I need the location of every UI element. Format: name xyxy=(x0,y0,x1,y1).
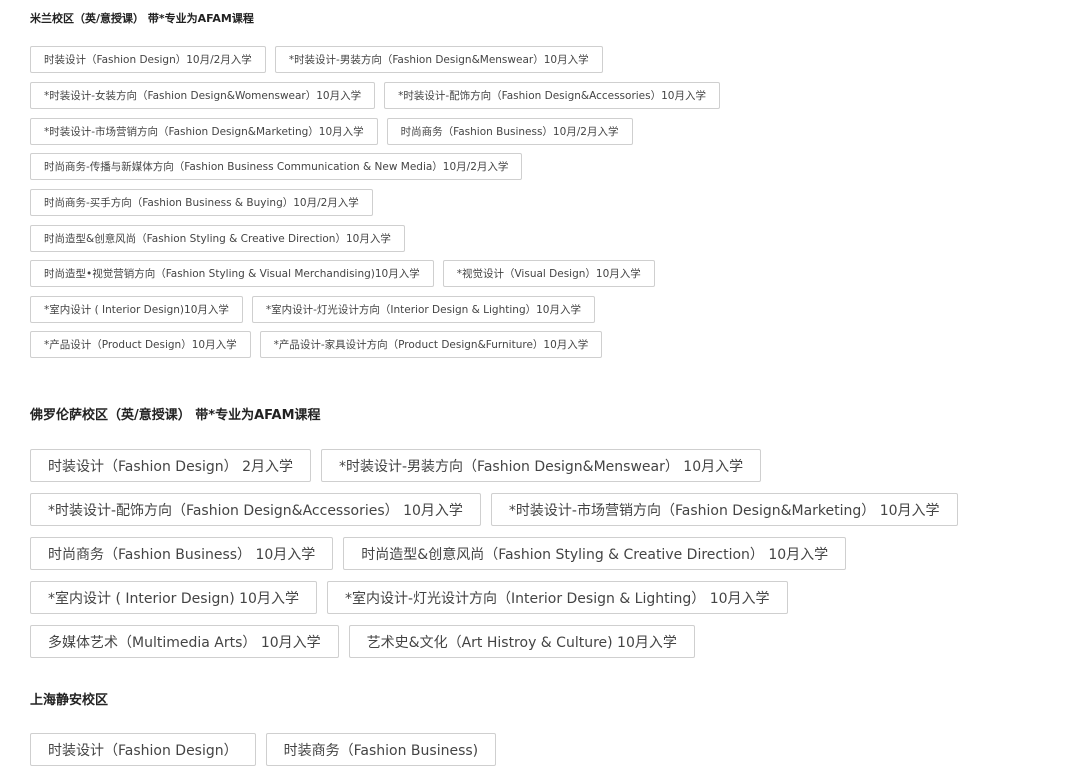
course-tag[interactable]: *时装设计-男装方向（Fashion Design&Menswear）10月入学 xyxy=(274,46,603,73)
course-tag[interactable]: *产品设计-家具设计方向（Product Design&Furniture）10… xyxy=(259,331,603,358)
tag-row: *时装设计-市场营销方向（Fashion Design&Marketing）10… xyxy=(30,118,642,145)
tag-row: 时尚商务（Fashion Business） 10月入学 时尚造型&创意风尚（F… xyxy=(30,537,856,570)
course-tag[interactable]: 多媒体艺术（Multimedia Arts） 10月入学 xyxy=(30,625,339,658)
course-tag[interactable]: *时装设计-女装方向（Fashion Design&Womenswear）10月… xyxy=(30,82,376,109)
course-tag[interactable]: 时尚商务（Fashion Business） 10月入学 xyxy=(30,537,334,570)
tag-row: 多媒体艺术（Multimedia Arts） 10月入学 艺术史&文化（Art … xyxy=(30,625,705,658)
course-tag[interactable]: 时装商务（Fashion Business) xyxy=(265,733,497,766)
course-tag[interactable]: *室内设计-灯光设计方向（Interior Design & Lighting）… xyxy=(251,296,595,323)
tag-row: 时装设计（Fashion Design） 时装商务（Fashion Busine… xyxy=(30,733,506,766)
tag-row: *室内设计 ( Interior Design)10月入学 *室内设计-灯光设计… xyxy=(30,296,604,323)
section-title-milan: 米兰校区（英/意授课） 带*专业为AFAM课程 xyxy=(30,12,254,25)
course-tag[interactable]: *时装设计-男装方向（Fashion Design&Menswear） 10月入… xyxy=(321,449,762,482)
course-tag[interactable]: 时尚商务（Fashion Business）10月/2月入学 xyxy=(386,118,633,145)
section-title-florence: 佛罗伦萨校区（英/意授课） 带*专业为AFAM课程 xyxy=(30,408,321,423)
course-tag[interactable]: 时装设计（Fashion Design） xyxy=(30,733,256,766)
tag-row: 时尚商务-传播与新媒体方向（Fashion Business Communica… xyxy=(30,153,531,180)
tag-row: *产品设计（Product Design）10月入学 *产品设计-家具设计方向（… xyxy=(30,331,611,358)
section-title-shanghai: 上海静安校区 xyxy=(30,693,109,708)
tag-row: 时尚商务-买手方向（Fashion Business & Buying）10月/… xyxy=(30,189,382,216)
course-tag[interactable]: *时装设计-市场营销方向（Fashion Design&Marketing）10… xyxy=(30,118,378,145)
course-tag[interactable]: *产品设计（Product Design）10月入学 xyxy=(30,331,251,358)
tag-row: *时装设计-配饰方向（Fashion Design&Accessories） 1… xyxy=(30,493,968,526)
course-tag[interactable]: 时装设计（Fashion Design）10月/2月入学 xyxy=(30,46,266,73)
course-tag[interactable]: 时尚造型•视觉营销方向（Fashion Styling & Visual Mer… xyxy=(30,260,434,287)
tag-row: 时装设计（Fashion Design） 2月入学 *时装设计-男装方向（Fas… xyxy=(30,449,771,482)
course-tag[interactable]: *时装设计-配饰方向（Fashion Design&Accessories）10… xyxy=(384,82,720,109)
course-tag[interactable]: 时装设计（Fashion Design） 2月入学 xyxy=(30,449,311,482)
course-tag[interactable]: 艺术史&文化（Art Histroy & Culture) 10月入学 xyxy=(348,625,695,658)
tag-row: *时装设计-女装方向（Fashion Design&Womenswear）10月… xyxy=(30,82,729,109)
tag-row: *室内设计 ( Interior Design) 10月入学 *室内设计-灯光设… xyxy=(30,581,798,614)
tag-row: 时尚造型•视觉营销方向（Fashion Styling & Visual Mer… xyxy=(30,260,664,287)
tag-row: 时装设计（Fashion Design）10月/2月入学 *时装设计-男装方向（… xyxy=(30,46,612,73)
course-tag[interactable]: *视觉设计（Visual Design）10月入学 xyxy=(442,260,655,287)
course-tag[interactable]: 时尚商务-买手方向（Fashion Business & Buying）10月/… xyxy=(30,189,373,216)
tag-row: 时尚造型&创意风尚（Fashion Styling & Creative Dir… xyxy=(30,225,414,252)
course-tag[interactable]: *室内设计-灯光设计方向（Interior Design & Lighting）… xyxy=(326,581,788,614)
course-tag[interactable]: *时装设计-配饰方向（Fashion Design&Accessories） 1… xyxy=(30,493,481,526)
course-tag[interactable]: *室内设计 ( Interior Design)10月入学 xyxy=(30,296,243,323)
course-list-page: 米兰校区（英/意授课） 带*专业为AFAM课程 时装设计（Fashion Des… xyxy=(0,0,1066,782)
course-tag[interactable]: 时尚造型&创意风尚（Fashion Styling & Creative Dir… xyxy=(30,225,405,252)
course-tag[interactable]: 时尚商务-传播与新媒体方向（Fashion Business Communica… xyxy=(30,153,523,180)
course-tag[interactable]: *室内设计 ( Interior Design) 10月入学 xyxy=(30,581,317,614)
course-tag[interactable]: 时尚造型&创意风尚（Fashion Styling & Creative Dir… xyxy=(343,537,847,570)
course-tag[interactable]: *时装设计-市场营销方向（Fashion Design&Marketing） 1… xyxy=(490,493,958,526)
